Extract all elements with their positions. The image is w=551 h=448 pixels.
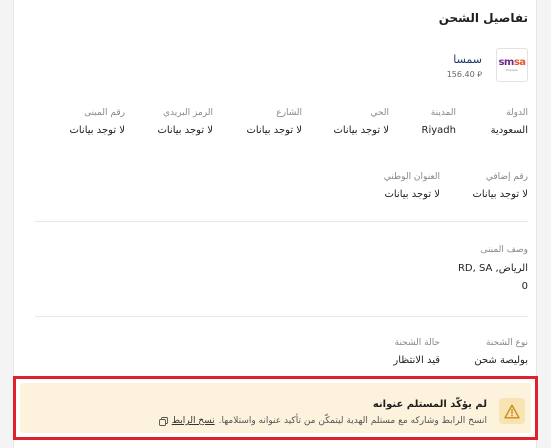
country-label: الدولة: [506, 108, 528, 118]
carrier-logo: smsa Express: [496, 48, 528, 82]
carrier-price: 156.40 ⃁: [446, 70, 482, 79]
national-address-value: لا توجد بيانات: [384, 189, 440, 200]
shipment-status-value: قيد الانتظار: [393, 355, 440, 366]
alert-description-text: انسخ الرابط وشاركه مع مستلم الهدية ليتمك…: [218, 416, 487, 426]
street-label: الشارع: [276, 108, 302, 118]
alert-title: لم يؤكّد المستلم عنوانه: [372, 399, 487, 410]
warning-triangle-icon: [499, 398, 525, 424]
alert-description: انسخ الرابط وشاركه مع مستلم الهدية ليتمك…: [158, 416, 487, 426]
additional-number-value: لا توجد بيانات: [472, 189, 528, 200]
postal-code-value: لا توجد بيانات: [157, 125, 213, 136]
shipment-type-value: بوليصة شحن: [474, 355, 528, 366]
section-title: تفاصيل الشحن: [438, 11, 528, 25]
city-label: المدينة: [430, 108, 456, 118]
district-value: لا توجد بيانات: [333, 125, 389, 136]
national-address-label: العنوان الوطني: [383, 172, 440, 182]
city-value: Riyadh: [421, 125, 456, 136]
shipment-type-label: نوع الشحنة: [485, 338, 528, 348]
riyal-icon: ⃁: [477, 70, 482, 79]
building-number-value: لا توجد بيانات: [69, 125, 125, 136]
building-description-line2: 0: [521, 281, 528, 292]
building-description-line1: الرياض, RD, SA: [457, 263, 528, 274]
street-value: لا توجد بيانات: [246, 125, 302, 136]
building-number-label: رقم المبنى: [84, 108, 125, 118]
divider: [35, 221, 528, 222]
district-label: الحي: [370, 108, 389, 118]
additional-number-label: رقم إضافي: [485, 172, 528, 182]
shipment-status-label: حالة الشحنة: [394, 338, 440, 348]
highlight-frame: لم يؤكّد المستلم عنوانه انسخ الرابط وشار…: [13, 376, 538, 440]
country-value: السعودية: [490, 125, 528, 136]
divider: [35, 316, 528, 317]
copy-link-button[interactable]: نسخ الرابط: [158, 416, 215, 426]
copy-icon: [158, 416, 168, 426]
building-description-label: وصف المبنى: [480, 245, 528, 255]
copy-link-label: نسخ الرابط: [171, 416, 215, 426]
postal-code-label: الرمز البريدي: [162, 108, 213, 118]
address-confirmation-alert: لم يؤكّد المستلم عنوانه انسخ الرابط وشار…: [20, 383, 531, 433]
carrier-name: سمسا: [453, 53, 482, 66]
